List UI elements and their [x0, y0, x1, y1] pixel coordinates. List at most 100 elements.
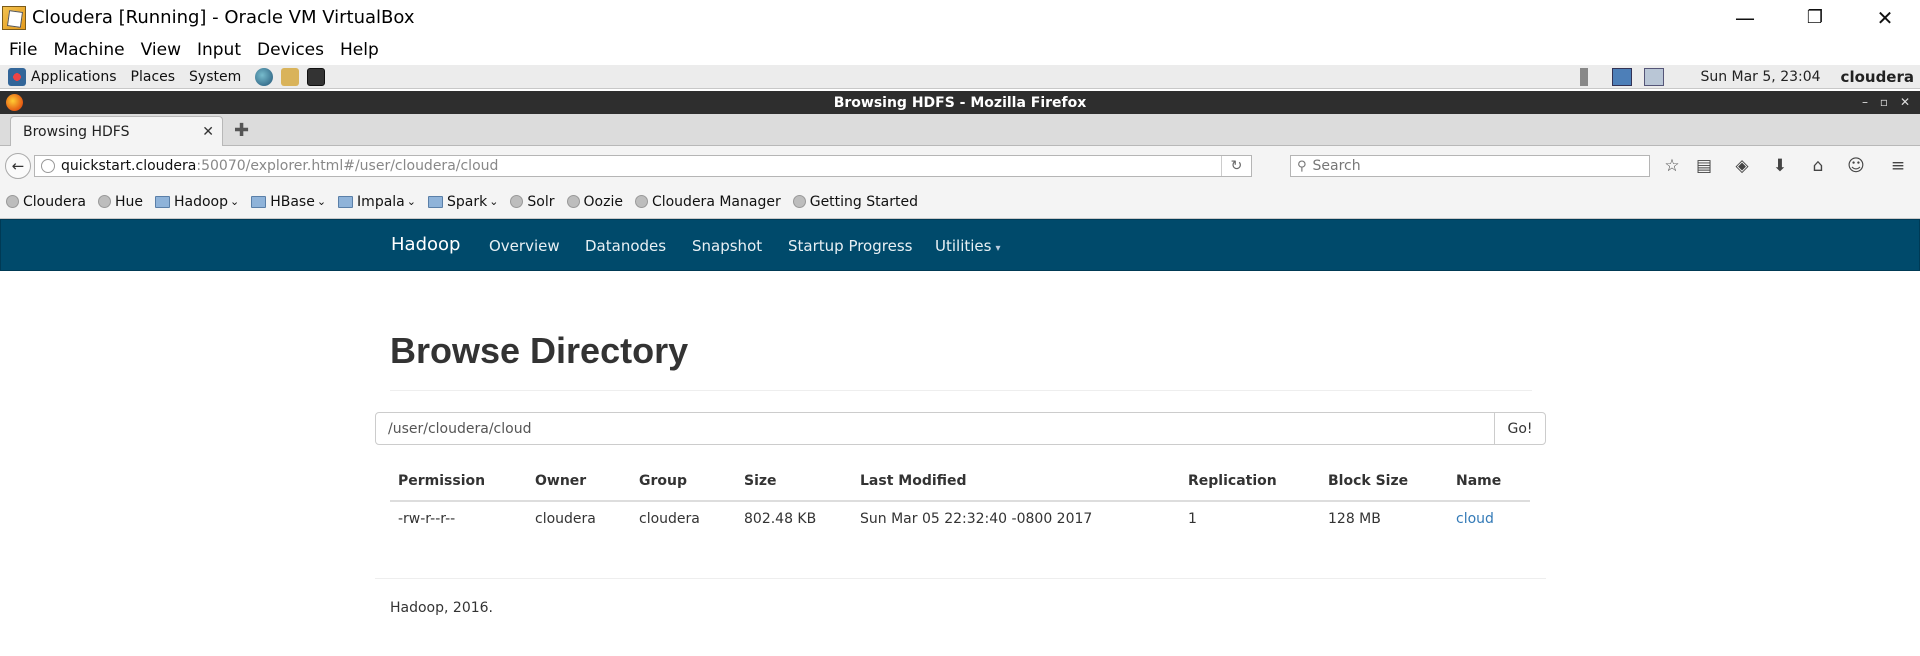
close-window-button[interactable]: ✕	[1850, 0, 1920, 35]
gnome-top-panel: Applications Places System Sun Mar 5, 23…	[0, 65, 1920, 89]
bookmark-hue[interactable]: Hue	[97, 193, 143, 210]
firefox-close-button[interactable]: ✕	[1900, 91, 1910, 114]
bookmark-star-icon[interactable]: ☆	[1662, 156, 1682, 176]
nav-utilities-label: Utilities	[935, 237, 992, 255]
back-button[interactable]: ←	[5, 153, 31, 179]
hamburger-menu-icon[interactable]: ≡	[1888, 156, 1908, 176]
clipboard-icon[interactable]	[1644, 68, 1665, 86]
folder-icon	[427, 195, 443, 208]
bookmark-label: Spark	[446, 193, 488, 210]
downloads-icon[interactable]: ⬇	[1770, 156, 1790, 176]
globe-icon	[566, 195, 580, 208]
site-info-icon[interactable]	[41, 159, 55, 173]
nav-datanodes[interactable]: Datanodes	[585, 237, 666, 255]
menu-help[interactable]: Help	[331, 40, 379, 60]
cell-owner: cloudera	[535, 511, 596, 527]
bookmark-label: Hadoop	[173, 193, 228, 210]
terminal-launcher-icon[interactable]	[307, 67, 326, 86]
footer-divider	[375, 578, 1546, 579]
web-browser-launcher-icon[interactable]	[255, 67, 274, 86]
virtualbox-titlebar: Cloudera [Running] - Oracle VM VirtualBo…	[0, 0, 1920, 35]
file-name-link[interactable]: cloud	[1456, 511, 1494, 527]
bookmark-label: Impala	[357, 193, 405, 210]
nav-utilities-dropdown[interactable]: Utilities ▾	[935, 237, 1001, 255]
hadoop-navbar: Hadoop Overview Datanodes Snapshot Start…	[0, 219, 1920, 271]
home-icon[interactable]: ⌂	[1808, 156, 1828, 176]
search-icon: ⚲	[1297, 158, 1307, 174]
url-bar[interactable]: quickstart.cloudera:50070/explorer.html#…	[34, 155, 1252, 177]
globe-icon	[97, 195, 111, 208]
column-header-group[interactable]: Group	[639, 473, 687, 489]
new-tab-icon[interactable]: ✚	[234, 120, 249, 141]
restore-window-button[interactable]: ❐	[1780, 0, 1850, 35]
cell-group: cloudera	[639, 511, 700, 527]
navigation-toolbar: ← quickstart.cloudera:50070/explorer.htm…	[0, 146, 1920, 185]
hello-chat-icon[interactable]: ☺	[1846, 156, 1866, 176]
bookmark-folder-hadoop[interactable]: Hadoop ⌄	[154, 193, 240, 210]
globe-icon	[510, 195, 524, 208]
network-icon[interactable]	[1612, 68, 1633, 86]
bookmark-solr[interactable]: Solr	[510, 194, 555, 210]
menu-view[interactable]: View	[132, 40, 181, 60]
globe-icon	[792, 195, 806, 208]
panel-tray: Sun Mar 5, 23:04 cloudera	[1574, 65, 1914, 89]
chevron-down-icon: ⌄	[316, 195, 327, 208]
panel-places[interactable]: Places	[131, 69, 176, 85]
bookmark-folder-spark[interactable]: Spark ⌄	[427, 193, 498, 210]
bookmark-label: Hue	[114, 193, 143, 210]
mail-launcher-icon[interactable]	[281, 67, 300, 86]
firefox-maximize-button[interactable]: ▫	[1880, 91, 1888, 114]
column-header-size[interactable]: Size	[744, 473, 777, 489]
column-header-name[interactable]: Name	[1456, 473, 1501, 489]
directory-path-input[interactable]: /user/cloudera/cloud	[375, 412, 1495, 445]
cell-last-modified: Sun Mar 05 22:32:40 -0800 2017	[860, 511, 1093, 527]
search-bar[interactable]: ⚲ Search	[1290, 155, 1650, 177]
column-header-last-modified[interactable]: Last Modified	[860, 473, 967, 489]
column-header-block-size[interactable]: Block Size	[1328, 473, 1408, 489]
column-header-permission[interactable]: Permission	[398, 473, 485, 489]
bookmark-cloudera-manager[interactable]: Cloudera Manager	[634, 194, 781, 210]
bookmark-oozie[interactable]: Oozie	[566, 194, 623, 210]
bookmark-label: Cloudera	[23, 193, 86, 210]
minimize-window-button[interactable]: —	[1710, 0, 1780, 35]
panel-applications-label: Applications	[31, 68, 117, 85]
nav-snapshot[interactable]: Snapshot	[692, 237, 762, 255]
firefox-logo-icon	[6, 94, 23, 111]
menu-input[interactable]: Input	[188, 40, 241, 60]
nav-overview[interactable]: Overview	[489, 237, 560, 255]
go-button[interactable]: Go!	[1494, 412, 1546, 445]
bookmark-folder-impala[interactable]: Impala ⌄	[338, 194, 416, 210]
nav-startup-progress[interactable]: Startup Progress	[788, 237, 912, 255]
panel-username[interactable]: cloudera	[1841, 68, 1914, 86]
bookmark-cloudera[interactable]: Cloudera	[6, 194, 86, 210]
cell-replication: 1	[1188, 511, 1197, 527]
chevron-down-icon: ⌄	[229, 195, 240, 208]
firefox-window-title: Browsing HDFS - Mozilla Firefox	[833, 94, 1087, 111]
cell-size: 802.48 KB	[744, 511, 817, 527]
panel-applications[interactable]: Applications	[8, 67, 117, 86]
column-header-replication[interactable]: Replication	[1188, 473, 1277, 489]
menu-devices[interactable]: Devices	[248, 40, 324, 60]
chevron-down-icon: ⌄	[406, 195, 416, 208]
cell-permission: -rw-r--r--	[398, 511, 456, 527]
firefox-minimize-button[interactable]: –	[1862, 91, 1868, 114]
reload-icon[interactable]: ↻	[1221, 156, 1251, 176]
search-placeholder: Search	[1312, 158, 1361, 174]
tab-close-icon[interactable]: ✕	[202, 124, 214, 140]
reading-list-icon[interactable]: ▤	[1694, 156, 1714, 176]
url-path: :50070/explorer.html#/user/cloudera/clou…	[196, 158, 499, 174]
panel-system[interactable]: System	[189, 69, 241, 85]
virtualbox-menubar: File Machine View Input Devices Help	[0, 35, 1920, 65]
bookmark-folder-hbase[interactable]: HBase ⌄	[251, 194, 326, 210]
tab-browsing-hdfs[interactable]: Browsing HDFS ✕	[10, 116, 223, 146]
tab-strip: Browsing HDFS ✕ ✚	[0, 114, 1920, 146]
folder-icon	[154, 195, 170, 208]
pocket-icon[interactable]: ◈	[1732, 156, 1752, 176]
menu-machine[interactable]: Machine	[44, 40, 124, 60]
menu-file[interactable]: File	[0, 40, 37, 60]
column-header-owner[interactable]: Owner	[535, 473, 586, 489]
bookmark-getting-started[interactable]: Getting Started	[792, 194, 918, 210]
panel-clock[interactable]: Sun Mar 5, 23:04	[1700, 69, 1820, 85]
volume-icon[interactable]	[1580, 68, 1601, 86]
hadoop-brand-link[interactable]: Hadoop	[391, 234, 460, 255]
